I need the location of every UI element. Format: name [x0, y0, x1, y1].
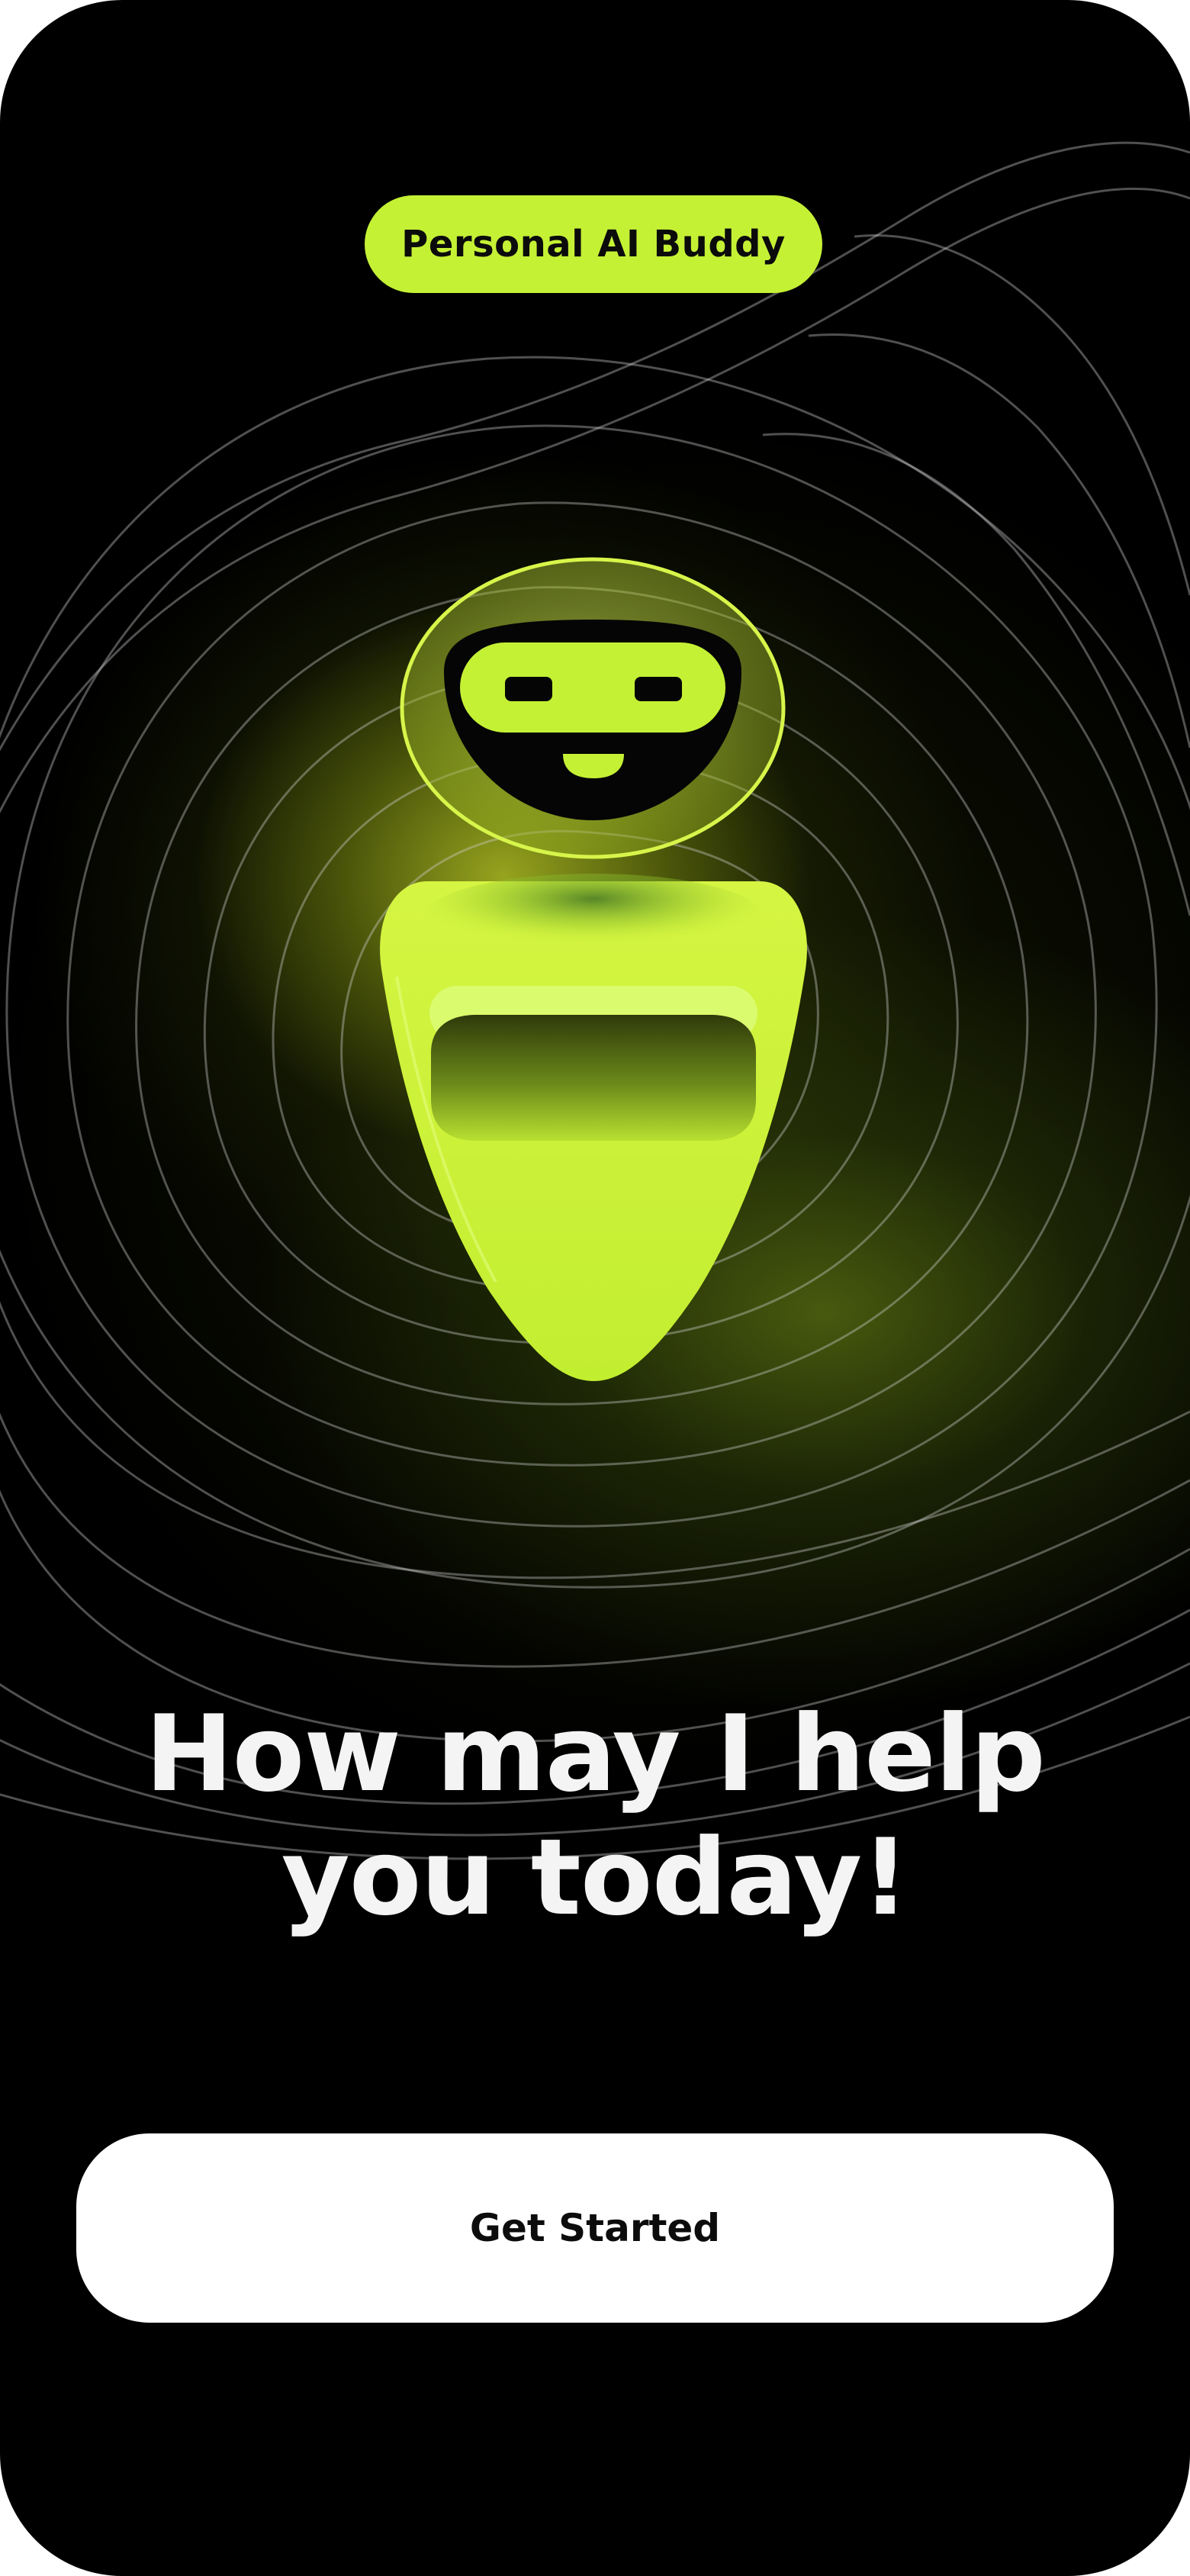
get-started-button[interactable]: Get Started [76, 2133, 1114, 2323]
hero-headline-line-1: How may I help [145, 1692, 1046, 1815]
onboarding-screen: Personal AI Buddy How may I help you tod… [0, 0, 1190, 2576]
hero-headline-line-2: you today! [281, 1816, 909, 1939]
hero-headline: How may I help you today! [0, 1692, 1190, 1940]
